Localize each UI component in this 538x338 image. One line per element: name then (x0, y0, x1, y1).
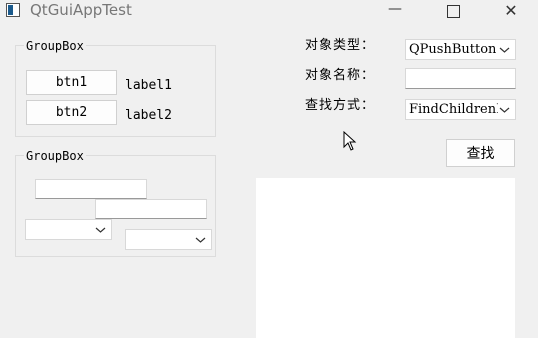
groupbox-2-combo-1[interactable] (25, 219, 112, 240)
groupbox-2-line-edit-1[interactable] (35, 179, 147, 199)
result-text-area[interactable] (256, 178, 515, 338)
close-icon: ✕ (504, 0, 518, 20)
object-name-input[interactable] (405, 68, 516, 89)
object-type-label: 对象类型： (305, 38, 376, 53)
window-title: QtGuiAppTest (30, 1, 132, 19)
btn1-button[interactable]: btn1 (26, 70, 117, 95)
find-button[interactable]: 查找 (446, 139, 515, 167)
mouse-cursor-icon (343, 131, 357, 151)
object-type-value: QPushButton (409, 42, 497, 57)
groupbox-2-combo-2[interactable] (125, 229, 212, 250)
title-bar: QtGuiAppTest — ✕ (0, 0, 538, 22)
find-method-label: 查找方式： (305, 98, 376, 113)
chevron-down-icon (499, 107, 510, 113)
app-icon (6, 3, 20, 17)
find-method-value: FindChildrenRecursively (409, 102, 498, 117)
minimize-icon: — (388, 1, 402, 17)
chevron-down-icon (95, 227, 106, 233)
chevron-down-icon (499, 47, 510, 53)
minimize-button[interactable]: — (372, 0, 418, 20)
btn2-button[interactable]: btn2 (26, 100, 117, 125)
object-type-combo[interactable]: QPushButton (405, 39, 516, 60)
close-button[interactable]: ✕ (488, 0, 534, 21)
maximize-button[interactable] (430, 0, 476, 22)
groupbox-1-title: GroupBox (24, 39, 86, 53)
maximize-icon (446, 4, 460, 18)
label1: label1 (125, 78, 172, 93)
chevron-down-icon (195, 237, 206, 243)
object-name-label: 对象名称： (305, 68, 376, 83)
groupbox-2-title: GroupBox (24, 149, 86, 163)
find-method-combo[interactable]: FindChildrenRecursively (405, 99, 516, 120)
label2: label2 (125, 108, 172, 123)
groupbox-2-line-edit-2[interactable] (95, 199, 207, 219)
